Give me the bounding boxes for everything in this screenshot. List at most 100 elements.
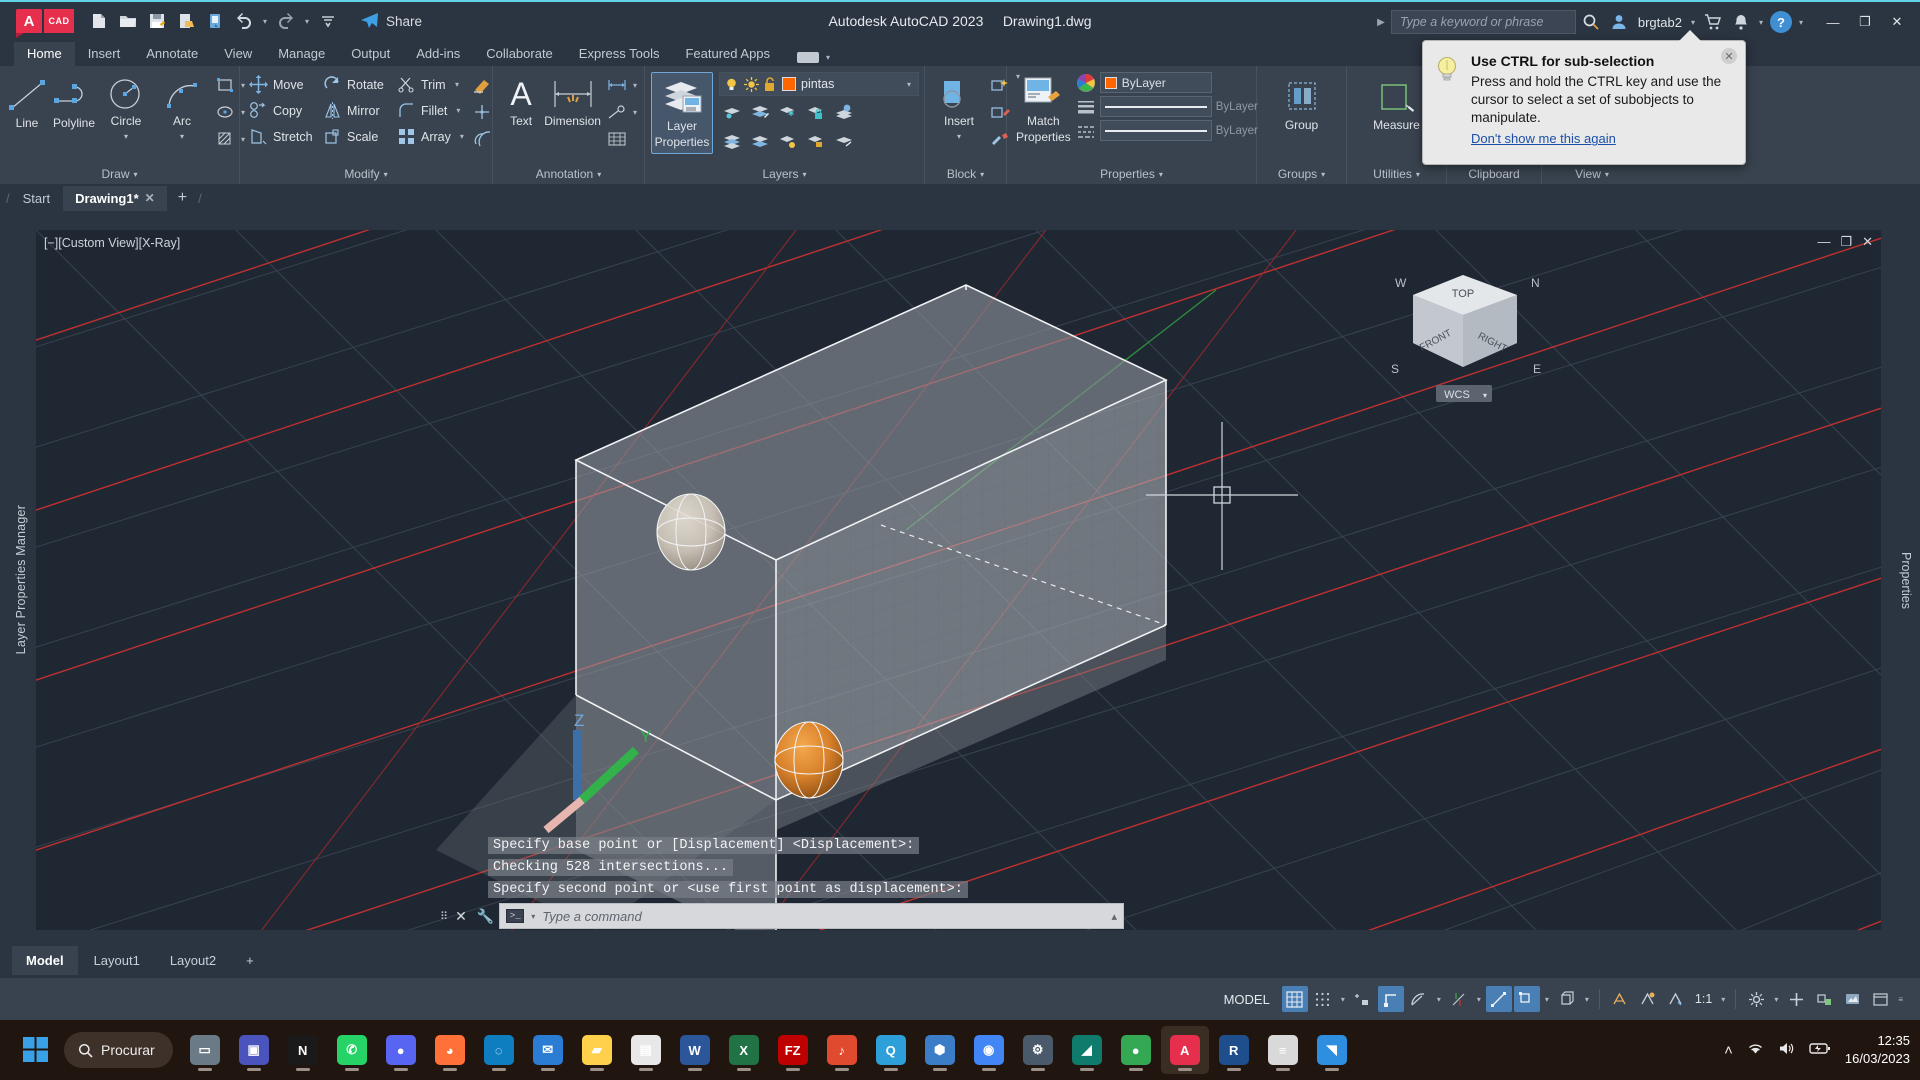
modify-stretch-button[interactable]: Stretch xyxy=(246,124,320,149)
scale-dropdown-icon[interactable]: ▾ xyxy=(1718,995,1728,1004)
layer-properties-button[interactable]: Layer Properties xyxy=(651,72,713,154)
draw-circle-button[interactable]: Circle xyxy=(98,72,154,132)
lineweight-combo[interactable] xyxy=(1099,96,1212,117)
open-file-icon[interactable] xyxy=(115,8,141,34)
tab-insert[interactable]: Insert xyxy=(75,42,134,66)
taskbar-app-word[interactable]: W xyxy=(671,1026,719,1074)
taskbar-app-photos[interactable]: ◥ xyxy=(1308,1026,1356,1074)
modify-array-button[interactable]: Array xyxy=(394,124,457,149)
draw-polyline-button[interactable]: Polyline xyxy=(50,72,98,134)
linear-dim-dropdown-icon[interactable]: ▾ xyxy=(630,81,640,90)
match-properties-button[interactable]: Match Properties xyxy=(1015,72,1072,148)
command-input[interactable]: >_ ▾ Type a command ▴ xyxy=(499,903,1124,929)
taskbar-app-outlook[interactable]: ✉ xyxy=(524,1026,572,1074)
command-expand-icon[interactable]: ▴ xyxy=(1111,910,1117,923)
help-dropdown-icon[interactable]: ▾ xyxy=(1796,18,1806,27)
measure-button[interactable]: Measure xyxy=(1364,76,1430,136)
viewport-restore-icon[interactable]: ❐ xyxy=(1840,234,1852,250)
help-icon[interactable]: ? xyxy=(1768,9,1794,35)
clean-screen-icon[interactable] xyxy=(1867,986,1893,1012)
annotation-dimension-button[interactable]: Dimension xyxy=(541,72,604,132)
trim-dropdown-icon[interactable]: ▾ xyxy=(452,80,462,89)
annotation-panel-caret-icon[interactable]: ▾ xyxy=(597,170,601,179)
autocad-logo[interactable]: A CAD xyxy=(16,9,76,33)
viewport[interactable]: Z Y TOP FRONT RIGHT W N S E WCS ▾ [−][Cu… xyxy=(36,230,1881,930)
taskbar-app-edge[interactable]: ◌ xyxy=(475,1026,523,1074)
search-icon[interactable] xyxy=(1578,9,1604,35)
polar-dropdown-icon[interactable]: ▾ xyxy=(1434,995,1444,1004)
new-file-icon[interactable] xyxy=(86,8,112,34)
modify-fillet-button[interactable]: Fillet xyxy=(394,98,453,123)
maximize-button[interactable]: ❐ xyxy=(1850,8,1880,36)
tab-express-tools[interactable]: Express Tools xyxy=(566,42,673,66)
chevron-up-icon[interactable]: ˄ xyxy=(1724,1042,1733,1059)
viewport-minimize-icon[interactable]: — xyxy=(1817,234,1830,250)
block-panel-caret-icon[interactable]: ▾ xyxy=(980,170,984,179)
battery-icon[interactable] xyxy=(1809,1041,1831,1059)
ortho-icon[interactable] xyxy=(1377,986,1404,1012)
taskbar-app-media-player[interactable]: ♪ xyxy=(818,1026,866,1074)
osnap-dropdown-icon[interactable]: ▾ xyxy=(1474,995,1484,1004)
status-more-icon[interactable]: ≡ xyxy=(1895,995,1906,1004)
array-dropdown-icon[interactable]: ▾ xyxy=(457,132,467,141)
command-close-icon[interactable]: ✕ xyxy=(450,908,472,925)
command-history-dropdown-icon[interactable]: ▾ xyxy=(528,912,538,921)
layer-previous-icon[interactable] xyxy=(831,128,857,154)
user-dropdown-icon[interactable]: ▾ xyxy=(1688,18,1698,27)
osnap-icon[interactable] xyxy=(1446,986,1472,1012)
minimize-button[interactable]: — xyxy=(1818,8,1848,36)
customize-qat-icon[interactable] xyxy=(315,8,341,34)
redo-dropdown-icon[interactable]: ▾ xyxy=(302,17,312,26)
search-expand-icon[interactable]: ▶ xyxy=(1377,17,1385,28)
linetype-combo[interactable] xyxy=(1099,120,1212,141)
leader-dropdown-icon[interactable]: ▾ xyxy=(630,108,640,117)
view-panel-caret-icon[interactable]: ▾ xyxy=(1605,170,1609,179)
offset-icon[interactable] xyxy=(469,126,495,152)
bell-icon[interactable] xyxy=(1728,9,1754,35)
taskbar-app-filezilla[interactable]: FZ xyxy=(769,1026,817,1074)
snap-dropdown-icon[interactable]: ▾ xyxy=(1338,995,1348,1004)
layer-combo-caret-icon[interactable]: ▾ xyxy=(904,80,914,89)
volume-icon[interactable] xyxy=(1778,1041,1795,1060)
osnap-3d-dropdown-icon[interactable]: ▾ xyxy=(1582,995,1592,1004)
isolate-icon[interactable] xyxy=(1811,986,1837,1012)
taskbar-app-chrome2[interactable]: ● xyxy=(1112,1026,1160,1074)
taskbar-app-teams[interactable]: ▣ xyxy=(230,1026,278,1074)
properties-panel[interactable]: Properties xyxy=(1894,230,1918,930)
new-layout-button[interactable]: + xyxy=(232,946,268,975)
layer-turn-all-on-icon[interactable] xyxy=(775,128,801,154)
taskbar-app-whatsapp[interactable]: ✆ xyxy=(328,1026,376,1074)
save-as-icon[interactable] xyxy=(173,8,199,34)
undo-icon[interactable] xyxy=(231,8,257,34)
modify-scale-button[interactable]: Scale xyxy=(320,124,394,149)
layer-off-icon[interactable] xyxy=(719,128,745,154)
object-color-combo[interactable]: ByLayer xyxy=(1099,72,1212,93)
table-icon[interactable] xyxy=(604,126,630,152)
layer-edit-icon[interactable] xyxy=(747,99,773,125)
taskbar-app-chrome[interactable]: ◉ xyxy=(965,1026,1013,1074)
osnap-track-icon[interactable] xyxy=(1485,986,1512,1012)
layer-color-swatch[interactable] xyxy=(782,77,796,91)
doc-tab-drawing1[interactable]: Drawing1* ✕ xyxy=(63,185,167,211)
taskbar-app-sketchup[interactable]: ⬢ xyxy=(916,1026,964,1074)
modify-mirror-button[interactable]: Mirror xyxy=(320,98,394,123)
layout-tab-layout2[interactable]: Layout2 xyxy=(156,946,230,975)
draw-arc-button[interactable]: Arc xyxy=(154,72,210,132)
current-layer-combo[interactable]: pintas ▾ xyxy=(719,72,919,96)
taskbar-app-firefox[interactable]: ◕ xyxy=(426,1026,474,1074)
modify-panel-caret-icon[interactable]: ▾ xyxy=(384,170,388,179)
hatch-icon[interactable] xyxy=(212,126,238,152)
annotation-icon[interactable] xyxy=(1607,986,1633,1012)
viewport-close-icon[interactable]: ✕ xyxy=(1862,234,1873,250)
modify-rotate-button[interactable]: Rotate xyxy=(320,72,394,97)
tab-output[interactable]: Output xyxy=(338,42,403,66)
taskbar-app-discord[interactable]: ● xyxy=(377,1026,425,1074)
model-space-button[interactable]: MODEL xyxy=(1214,992,1280,1007)
new-document-button[interactable]: + xyxy=(168,185,197,211)
plus-icon[interactable] xyxy=(1783,986,1809,1012)
balloon-close-icon[interactable]: ✕ xyxy=(1721,48,1737,64)
cart-icon[interactable] xyxy=(1700,9,1726,35)
ribbon-extra-button[interactable]: ▾ xyxy=(791,49,839,66)
taskbar-app-autocad[interactable]: A xyxy=(1160,1026,1209,1074)
annotation-text-button[interactable]: A Text xyxy=(501,72,541,132)
